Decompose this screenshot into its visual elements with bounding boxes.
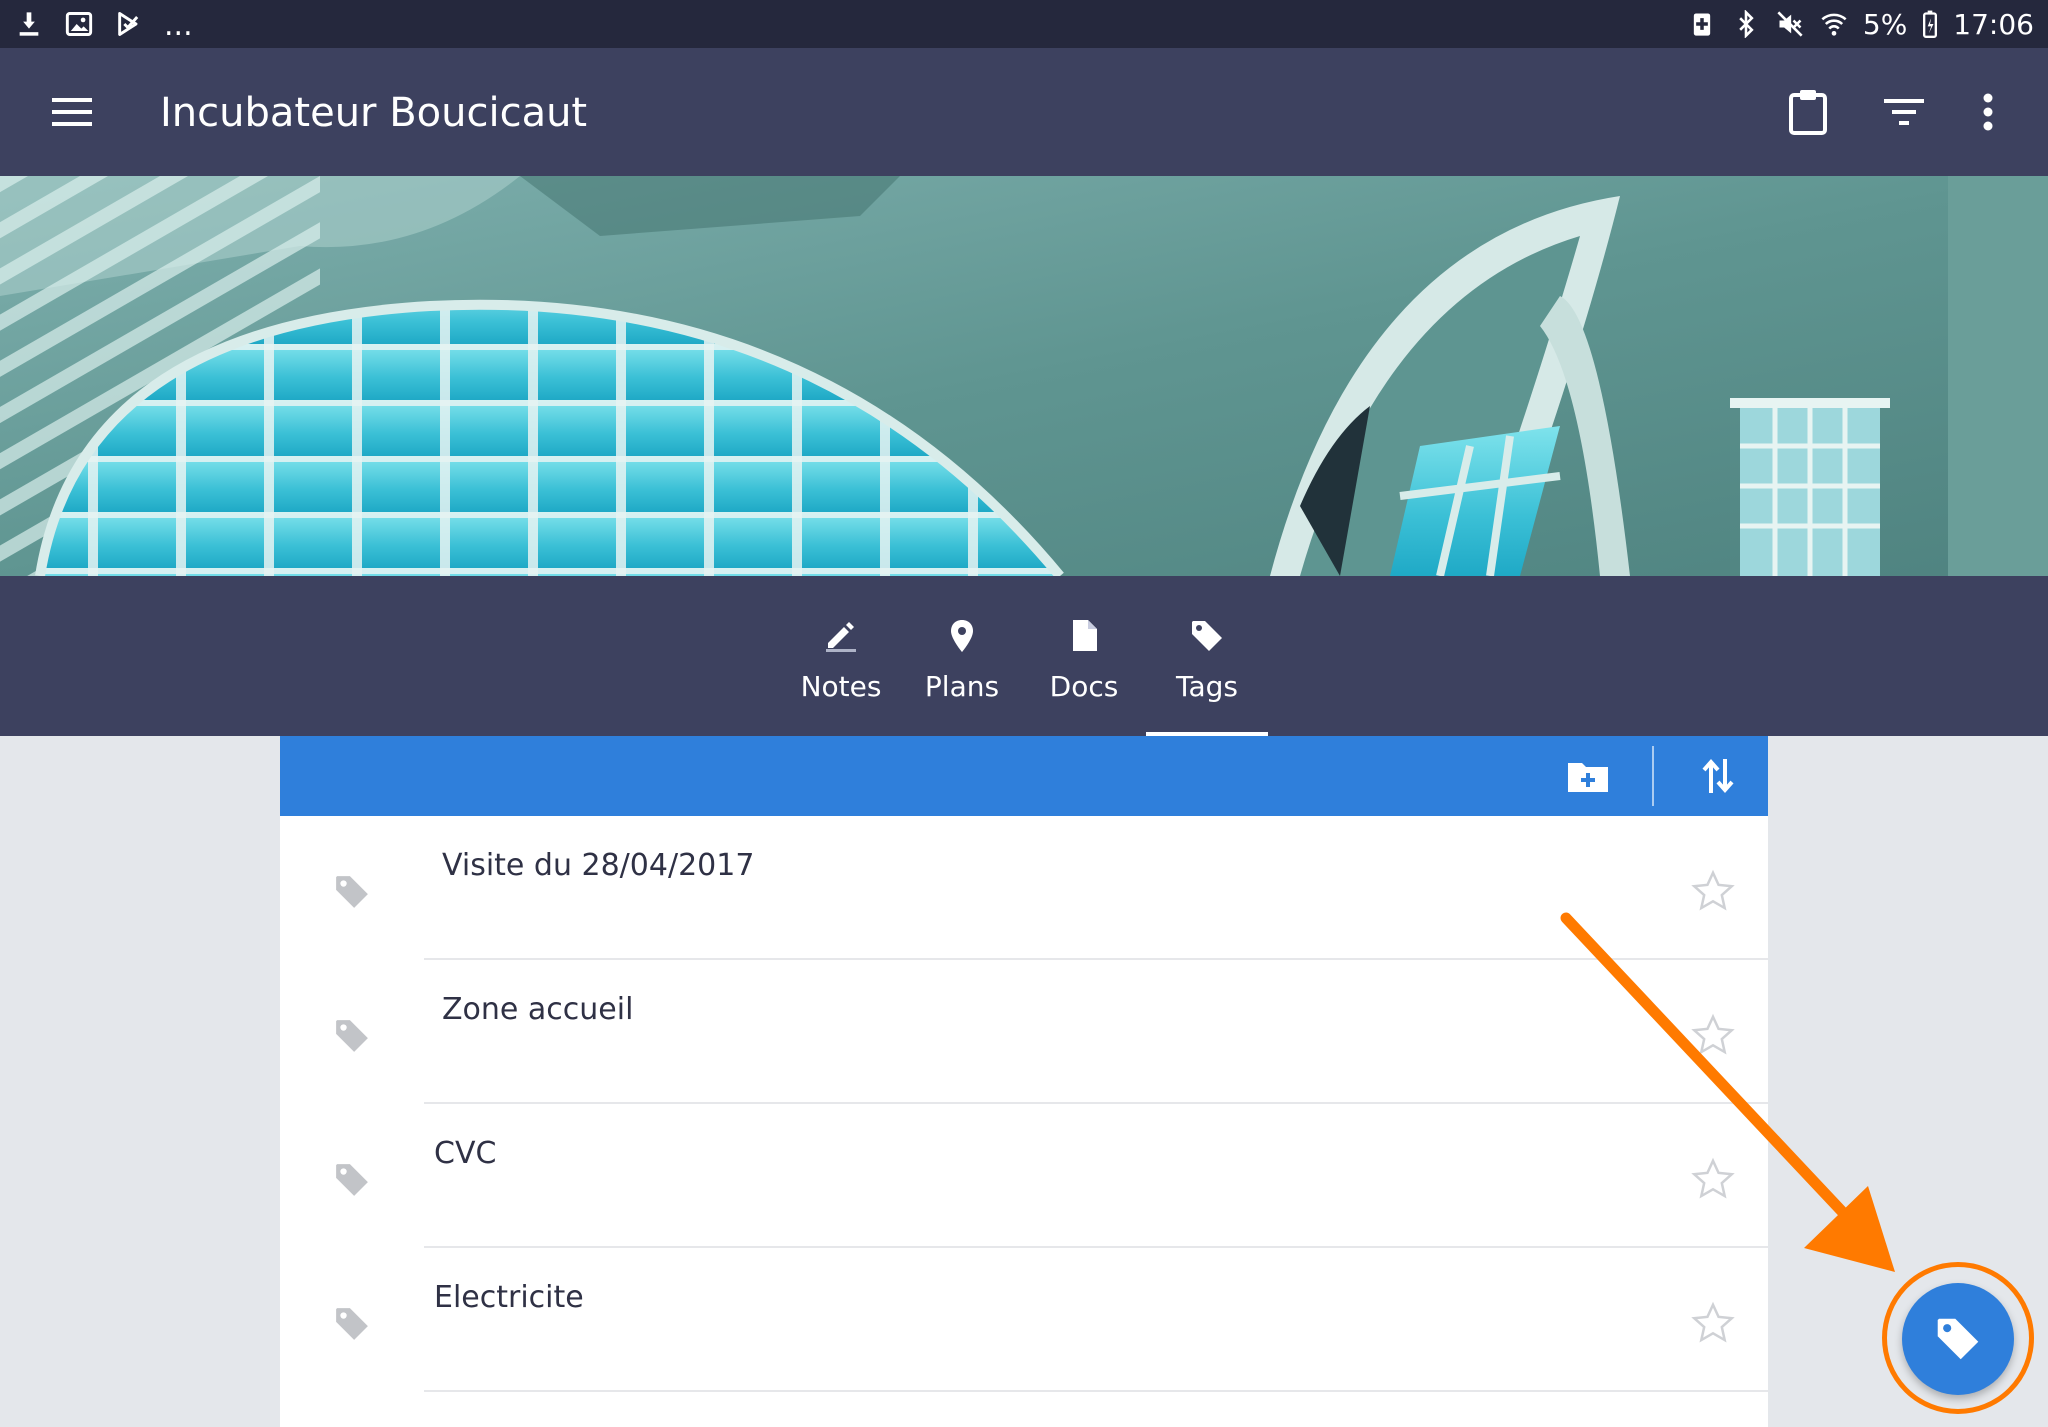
battery-saver-icon (1687, 9, 1717, 39)
status-bar: ... 5% 17:06 (0, 0, 2048, 48)
gallery-icon (64, 9, 94, 39)
system-icons: 5% 17:06 (1687, 7, 2034, 41)
battery-icon (1921, 9, 1939, 39)
bluetooth-icon (1731, 9, 1761, 39)
list-item[interactable]: Electricite (280, 1248, 1768, 1392)
battery-percent: 5% (1862, 7, 1908, 41)
clipboard-button[interactable] (1778, 82, 1838, 142)
tag-name: Visite du 28/04/2017 (442, 848, 755, 883)
tag-name: Zone accueil (442, 992, 634, 1027)
tag-icon (1187, 616, 1227, 656)
hamburger-menu-icon (52, 98, 92, 126)
list-item[interactable]: Zone accueil (280, 960, 1768, 1104)
project-cover-image (0, 176, 2048, 576)
tab-label: Tags (1176, 670, 1238, 703)
list-item[interactable]: Visite du 28/04/2017 (280, 816, 1768, 960)
favorite-star-icon[interactable] (1690, 1012, 1736, 1058)
favorite-star-icon[interactable] (1690, 1156, 1736, 1202)
add-folder-button[interactable] (1560, 748, 1616, 804)
tab-label: Docs (1049, 670, 1119, 703)
clipboard-icon (1789, 90, 1827, 135)
map-pin-icon (942, 616, 982, 656)
toolbar-divider (1652, 746, 1654, 806)
more-vertical-icon (1983, 93, 1993, 131)
list-item[interactable]: CVC (280, 1104, 1768, 1248)
row-divider (424, 1390, 1768, 1392)
download-icon (14, 9, 44, 39)
filter-button[interactable] (1874, 82, 1934, 142)
tag-icon (336, 1164, 368, 1196)
play-store-icon (114, 9, 144, 39)
notification-icons: ... (14, 8, 193, 43)
tag-name: Electricite (434, 1280, 584, 1315)
add-tag-button[interactable] (1902, 1283, 2014, 1395)
tag-name: CVC (434, 1136, 497, 1171)
tag-icon (1937, 1318, 1979, 1360)
tab-notes[interactable]: Notes (781, 616, 901, 736)
tag-icon (336, 876, 368, 908)
favorite-star-icon[interactable] (1690, 1300, 1736, 1346)
clock: 17:06 (1953, 7, 2034, 41)
more-options-button[interactable] (1958, 82, 2018, 142)
list-toolbar (280, 736, 1768, 816)
tab-tags[interactable]: Tags (1147, 616, 1267, 736)
tab-plans[interactable]: Plans (902, 616, 1022, 736)
app-bar: Incubateur Boucicaut (0, 48, 2048, 176)
document-icon (1064, 616, 1104, 656)
favorite-star-icon[interactable] (1690, 868, 1736, 914)
wifi-icon (1819, 9, 1849, 39)
sort-arrows-icon (1702, 758, 1734, 794)
tab-docs[interactable]: Docs (1024, 616, 1144, 736)
tab-bar: Notes Plans Docs Tags (0, 576, 2048, 736)
tag-list: Visite du 28/04/2017 Zone accueil CVC El… (280, 816, 1768, 1427)
tag-icon (336, 1308, 368, 1340)
pencil-icon (821, 616, 861, 656)
more-notifications: ... (164, 8, 193, 43)
mute-icon (1775, 9, 1805, 39)
menu-button[interactable] (44, 84, 100, 140)
filter-icon (1884, 99, 1924, 125)
sort-button[interactable] (1690, 748, 1746, 804)
page-title: Incubateur Boucicaut (160, 90, 588, 136)
tag-icon (336, 1020, 368, 1052)
tab-label: Plans (924, 670, 1000, 703)
folder-add-icon (1568, 763, 1608, 792)
tab-label: Notes (800, 670, 882, 703)
